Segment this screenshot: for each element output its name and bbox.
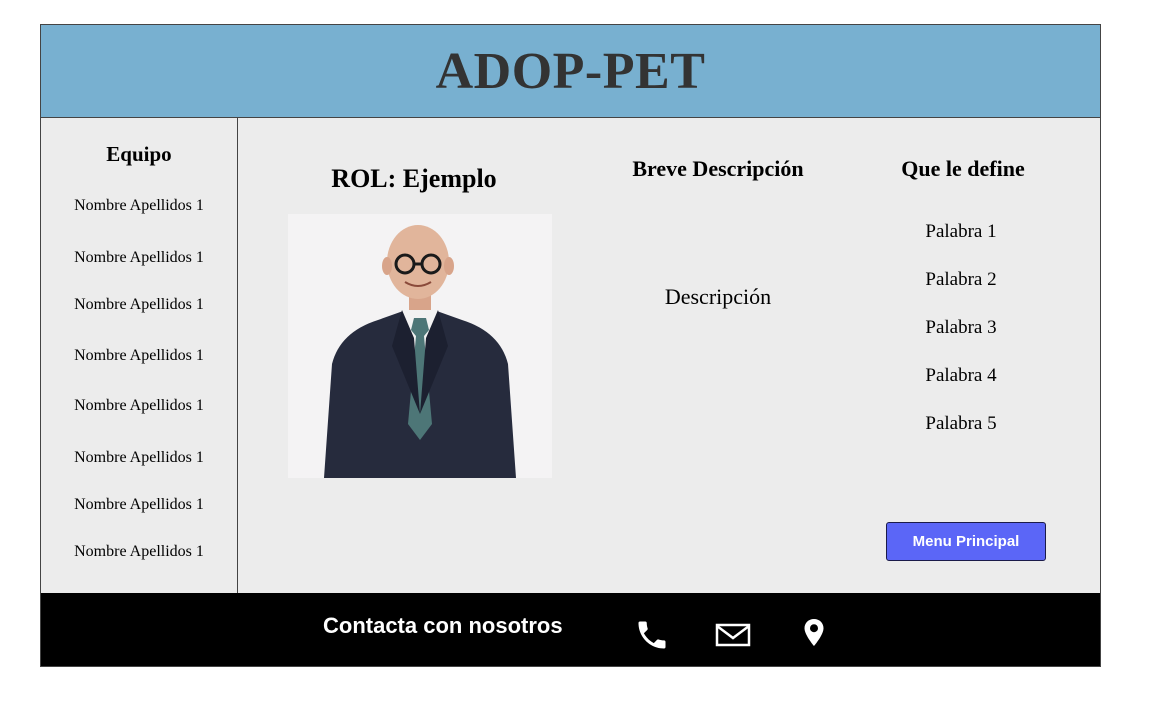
- description-title: Breve Descripción: [632, 156, 804, 181]
- role-title: ROL: Ejemplo: [331, 164, 497, 193]
- description-text: Descripción: [664, 284, 772, 309]
- keyword: Palabra 5: [925, 413, 997, 434]
- team-member[interactable]: Nombre Apellidos 1: [41, 347, 237, 365]
- footer: Contacta con nosotros: [41, 593, 1100, 666]
- keyword: Palabra 4: [925, 365, 997, 386]
- keyword: Palabra 3: [925, 317, 997, 338]
- keyword: Palabra 1: [925, 221, 997, 242]
- team-sidebar: Equipo Nombre Apellidos 1 Nombre Apellid…: [41, 118, 238, 593]
- contact-text: Contacta con nosotros: [323, 613, 563, 638]
- team-member[interactable]: Nombre Apellidos 1: [41, 397, 237, 415]
- team-member[interactable]: Nombre Apellidos 1: [41, 496, 237, 514]
- keyword: Palabra 2: [925, 269, 997, 290]
- profile-panel: ROL: Ejemplo Breve Descripción Descripci…: [238, 118, 1100, 593]
- team-member[interactable]: Nombre Apellidos 1: [41, 197, 237, 215]
- location-pin-icon[interactable]: [802, 618, 826, 653]
- sidebar-title: Equipo: [106, 142, 172, 166]
- team-member[interactable]: Nombre Apellidos 1: [41, 449, 237, 467]
- page-frame: ADOP-PET Equipo Nombre Apellidos 1 Nombr…: [40, 24, 1101, 667]
- profile-photo: [288, 214, 552, 478]
- team-member[interactable]: Nombre Apellidos 1: [41, 249, 237, 267]
- team-member[interactable]: Nombre Apellidos 1: [41, 543, 237, 561]
- team-member[interactable]: Nombre Apellidos 1: [41, 296, 237, 314]
- header: ADOP-PET: [41, 25, 1100, 118]
- mail-icon[interactable]: [715, 621, 751, 654]
- phone-icon[interactable]: [634, 617, 670, 658]
- define-title: Que le define: [901, 156, 1025, 181]
- app-title: ADOP-PET: [435, 42, 706, 100]
- main-menu-button[interactable]: Menu Principal: [886, 522, 1046, 561]
